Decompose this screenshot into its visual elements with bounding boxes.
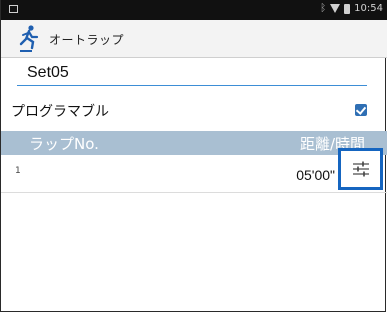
status-icons: ᛒ 10:54 xyxy=(320,3,383,14)
screen: ᛒ 10:54 オートラップ プログラマブル ラップNo. 距離/時間 1 05… xyxy=(0,0,387,312)
app-title: オートラップ xyxy=(49,33,125,47)
programmable-label: プログラマブル xyxy=(11,104,109,120)
lap-index: 1 xyxy=(15,166,21,176)
lap-value: 05'00" xyxy=(296,167,335,183)
wifi-icon xyxy=(330,4,341,13)
sliders-icon xyxy=(353,161,369,177)
table-header: ラップNo. 距離/時間 xyxy=(1,131,387,155)
lap-settings-button[interactable] xyxy=(338,148,383,190)
status-bar: ᛒ 10:54 xyxy=(1,0,387,20)
battery-icon xyxy=(344,3,351,14)
bluetooth-icon: ᛒ xyxy=(320,3,327,14)
status-time: 10:54 xyxy=(354,3,383,14)
table-row[interactable]: 1 05'00" xyxy=(1,157,387,193)
lap-number-header: ラップNo. xyxy=(29,135,99,153)
app-bar: オートラップ xyxy=(1,20,387,58)
set-name-field[interactable] xyxy=(17,60,367,86)
programmable-row[interactable]: プログラマブル xyxy=(1,96,387,126)
runner-icon xyxy=(19,25,39,52)
programmable-checkbox[interactable] xyxy=(355,104,367,116)
notification-icon xyxy=(9,5,18,13)
